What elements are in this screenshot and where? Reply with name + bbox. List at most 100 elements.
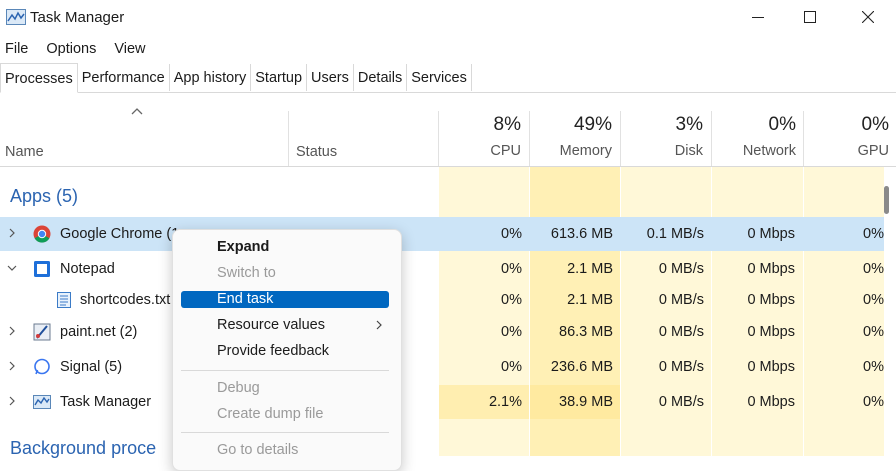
task-manager-icon (6, 9, 26, 25)
table-row[interactable]: shortcodes.txt 0% 2.1 MB 0 MB/s 0 Mbps 0… (0, 283, 884, 317)
process-name: shortcodes.txt (80, 292, 171, 308)
menu-separator (181, 370, 389, 371)
menu-separator (181, 432, 389, 433)
cpu-value: 0% (501, 324, 522, 340)
minimize-button[interactable] (732, 0, 784, 34)
text-file-icon (57, 292, 71, 308)
tab-strip: Processes Performance App history Startu… (0, 63, 896, 93)
table-row[interactable]: Notepad 0% 2.1 MB 0 MB/s 0 Mbps 0% (0, 252, 884, 286)
cpu-label: CPU (490, 143, 521, 159)
network-value: 0 Mbps (747, 324, 795, 340)
cpu-value: 0% (501, 359, 522, 375)
menu-resource-values[interactable]: Resource values (181, 317, 389, 334)
table-row[interactable]: paint.net (2) 0% 86.3 MB 0 MB/s 0 Mbps 0… (0, 315, 884, 349)
memory-label: Memory (559, 143, 612, 159)
tab-startup[interactable]: Startup (251, 64, 308, 91)
context-menu: Expand Switch to End task Resource value… (172, 229, 402, 471)
memory-value: 2.1 MB (567, 292, 613, 308)
tab-details[interactable]: Details (354, 64, 408, 91)
network-value: 0 Mbps (747, 292, 795, 308)
disk-label: Disk (674, 143, 703, 159)
maximize-icon (804, 11, 816, 23)
chevron-right-icon[interactable] (7, 396, 17, 406)
cpu-value: 2.1% (488, 394, 522, 410)
memory-value: 613.6 MB (550, 226, 613, 242)
cpu-value: 0% (501, 226, 522, 242)
window-title: Task Manager (30, 9, 125, 26)
disk-value: 0 MB/s (658, 292, 704, 308)
signal-icon (34, 358, 50, 375)
menu-options[interactable]: Options (33, 38, 101, 60)
disk-total: 3% (675, 114, 703, 135)
process-name: Notepad (60, 261, 115, 277)
gpu-value: 0% (863, 226, 884, 242)
column-disk[interactable]: 3% Disk (620, 111, 711, 166)
apps-group-heading: Apps (5) (10, 186, 79, 206)
column-memory[interactable]: 49% Memory (529, 111, 620, 166)
column-network[interactable]: 0% Network (711, 111, 804, 166)
menu-end-task[interactable]: End task (181, 291, 389, 308)
memory-value: 86.3 MB (559, 324, 613, 340)
close-icon (862, 11, 874, 23)
table-row[interactable]: Signal (5) 0% 236.6 MB 0 MB/s 0 Mbps 0% (0, 350, 884, 384)
column-gpu[interactable]: 0% GPU (803, 111, 896, 166)
disk-value: 0 MB/s (658, 394, 704, 410)
gpu-value: 0% (863, 359, 884, 375)
network-value: 0 Mbps (747, 394, 795, 410)
disk-value: 0.1 MB/s (646, 226, 704, 242)
table-row[interactable]: Task Manager 2.1% 38.9 MB 0 MB/s 0 Mbps … (0, 385, 884, 419)
chevron-right-icon[interactable] (7, 361, 17, 371)
tab-users[interactable]: Users (307, 64, 354, 91)
column-name[interactable]: Name (5, 144, 44, 160)
menu-provide-feedback[interactable]: Provide feedback (181, 343, 389, 360)
chevron-right-icon[interactable] (7, 228, 17, 238)
menu-debug: Debug (217, 380, 260, 396)
notepad-icon (34, 261, 50, 277)
chrome-icon (33, 225, 51, 243)
gpu-value: 0% (863, 292, 884, 308)
cpu-total: 8% (493, 114, 521, 135)
network-label: Network (742, 143, 796, 159)
chevron-right-icon[interactable] (7, 326, 17, 336)
tab-app-history[interactable]: App history (170, 64, 252, 91)
paintnet-icon (33, 323, 51, 341)
disk-value: 0 MB/s (658, 324, 704, 340)
gpu-value: 0% (863, 394, 884, 410)
menu-expand[interactable]: Expand (181, 239, 389, 256)
task-manager-icon (33, 395, 51, 409)
maximize-button[interactable] (784, 0, 836, 34)
disk-value: 0 MB/s (658, 261, 704, 277)
chevron-down-icon[interactable] (7, 263, 17, 273)
sort-up-icon (131, 108, 143, 115)
network-value: 0 Mbps (747, 226, 795, 242)
gpu-label: GPU (857, 143, 889, 159)
column-status[interactable]: Status (296, 144, 337, 160)
process-name: Signal (5) (60, 359, 123, 375)
tab-services[interactable]: Services (407, 64, 472, 91)
menu-view[interactable]: View (101, 38, 150, 60)
gpu-total: 0% (861, 114, 889, 135)
chevron-right-icon (376, 320, 382, 330)
tab-performance[interactable]: Performance (78, 64, 170, 91)
column-header-row: Name Status 8% CPU 49% Memory 3% Disk 0%… (0, 93, 896, 167)
cpu-value: 0% (501, 292, 522, 308)
memory-value: 236.6 MB (550, 359, 613, 375)
table-row[interactable]: Google Chrome (1 0% 613.6 MB 0.1 MB/s 0 … (0, 217, 884, 251)
close-button[interactable] (842, 0, 894, 34)
tab-processes[interactable]: Processes (0, 63, 78, 93)
vertical-scrollbar[interactable] (884, 186, 889, 214)
process-name: Task Manager (60, 394, 152, 410)
menu-file[interactable]: File (0, 38, 33, 60)
network-value: 0 Mbps (747, 261, 795, 277)
cpu-value: 0% (501, 261, 522, 277)
menu-switch-to: Switch to (217, 265, 276, 281)
memory-total: 49% (573, 114, 612, 135)
network-total: 0% (768, 114, 796, 135)
minimize-icon (752, 17, 764, 18)
memory-value: 2.1 MB (567, 261, 613, 277)
memory-value: 38.9 MB (559, 394, 613, 410)
network-value: 0 Mbps (747, 359, 795, 375)
column-cpu[interactable]: 8% CPU (438, 111, 529, 166)
process-name: Google Chrome (1 (60, 226, 180, 242)
menu-resource-values-label: Resource values (217, 317, 325, 333)
